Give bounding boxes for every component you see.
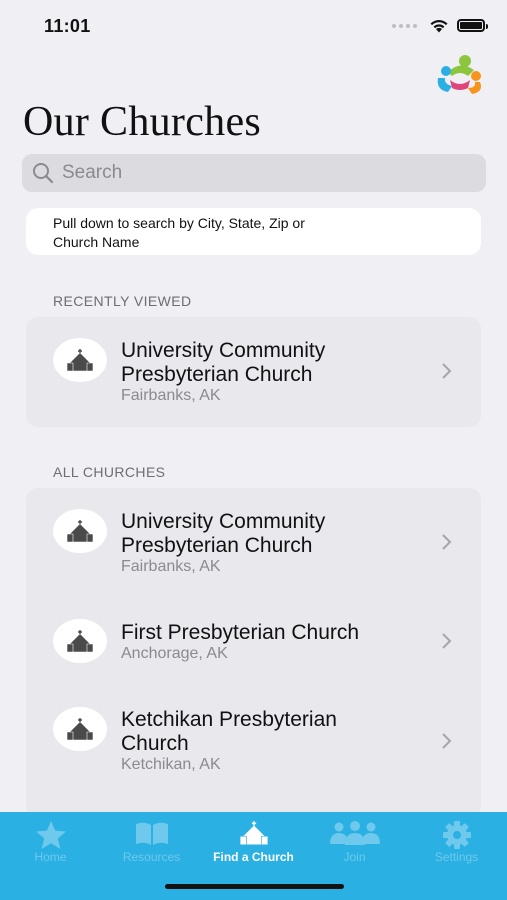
church-name-line-2: Presbyterian Church bbox=[121, 363, 313, 386]
church-location: Anchorage, AK bbox=[121, 645, 228, 662]
tab-resources[interactable]: Resources bbox=[101, 812, 202, 872]
wifi-icon bbox=[430, 20, 448, 33]
church-badge-icon bbox=[53, 619, 107, 663]
church-name: Ketchikan Presbyterian Church bbox=[121, 708, 431, 756]
home-indicator bbox=[165, 884, 344, 889]
tab-find-a-church[interactable]: Find a Church bbox=[203, 812, 304, 872]
tab-label: Find a Church bbox=[213, 850, 294, 864]
status-time: 11:01 bbox=[44, 16, 91, 36]
chevron-right-icon bbox=[442, 534, 452, 550]
all-churches-list: University Community Presbyterian Church… bbox=[26, 488, 481, 818]
search-icon bbox=[33, 163, 54, 184]
church-name: University Community Presbyterian Church bbox=[121, 510, 431, 558]
church-badge-icon bbox=[53, 707, 107, 751]
list-item[interactable]: University Community Presbyterian Church… bbox=[26, 488, 481, 598]
tab-label: Join bbox=[343, 850, 366, 864]
chevron-right-icon bbox=[442, 363, 452, 379]
search-hint: Pull down to search by City, State, Zip … bbox=[26, 208, 481, 255]
church-badge-icon bbox=[53, 338, 107, 382]
church-name-line-1: University Community bbox=[121, 339, 326, 362]
page-title: Our Churches bbox=[23, 99, 262, 145]
list-item[interactable]: University Community Presbyterian Church… bbox=[26, 317, 481, 427]
recently-viewed-header: RECENTLY VIEWED bbox=[53, 293, 192, 309]
church-name-line-1: University Community bbox=[121, 510, 326, 533]
battery-icon bbox=[457, 19, 488, 32]
church-location: Fairbanks, AK bbox=[121, 387, 221, 404]
tab-settings[interactable]: Settings bbox=[406, 812, 507, 872]
church-icon bbox=[239, 821, 268, 845]
church-name: First Presbyterian Church bbox=[121, 621, 360, 644]
church-location: Fairbanks, AK bbox=[121, 558, 221, 575]
church-badge-icon bbox=[53, 509, 107, 553]
people-icon bbox=[329, 821, 380, 845]
app-logo bbox=[437, 55, 481, 94]
tab-home[interactable]: Home bbox=[0, 812, 101, 872]
tab-join[interactable]: Join bbox=[304, 812, 405, 872]
hint-line-1: Pull down to search by City, State, Zip … bbox=[53, 215, 305, 231]
church-name-line-2: Church bbox=[121, 732, 189, 755]
chevron-right-icon bbox=[442, 733, 452, 749]
church-name-line-1: Ketchikan Presbyterian bbox=[121, 708, 337, 731]
tab-label: Resources bbox=[122, 850, 181, 864]
tab-label: Settings bbox=[434, 850, 479, 864]
chevron-right-icon bbox=[442, 633, 452, 649]
church-location: Ketchikan, AK bbox=[121, 756, 221, 773]
book-icon bbox=[135, 822, 168, 845]
recently-viewed-list: University Community Presbyterian Church… bbox=[26, 317, 481, 427]
tab-label: Home bbox=[34, 850, 67, 864]
search-input[interactable] bbox=[60, 161, 464, 185]
hint-line-2: Church Name bbox=[53, 234, 140, 250]
all-churches-header: ALL CHURCHES bbox=[53, 464, 166, 480]
search-bar[interactable] bbox=[22, 154, 486, 192]
church-name-line-2: Presbyterian Church bbox=[121, 534, 313, 557]
list-item[interactable]: Ketchikan Presbyterian Church Ketchikan,… bbox=[26, 688, 481, 798]
signal-dots-icon bbox=[392, 23, 417, 28]
star-icon bbox=[35, 821, 66, 849]
status-bar: 11:01 bbox=[0, 0, 507, 54]
gear-icon bbox=[442, 821, 471, 849]
status-icons bbox=[392, 18, 488, 33]
church-name: University Community Presbyterian Church bbox=[121, 339, 431, 387]
list-item[interactable]: First Presbyterian Church Anchorage, AK bbox=[26, 598, 481, 688]
